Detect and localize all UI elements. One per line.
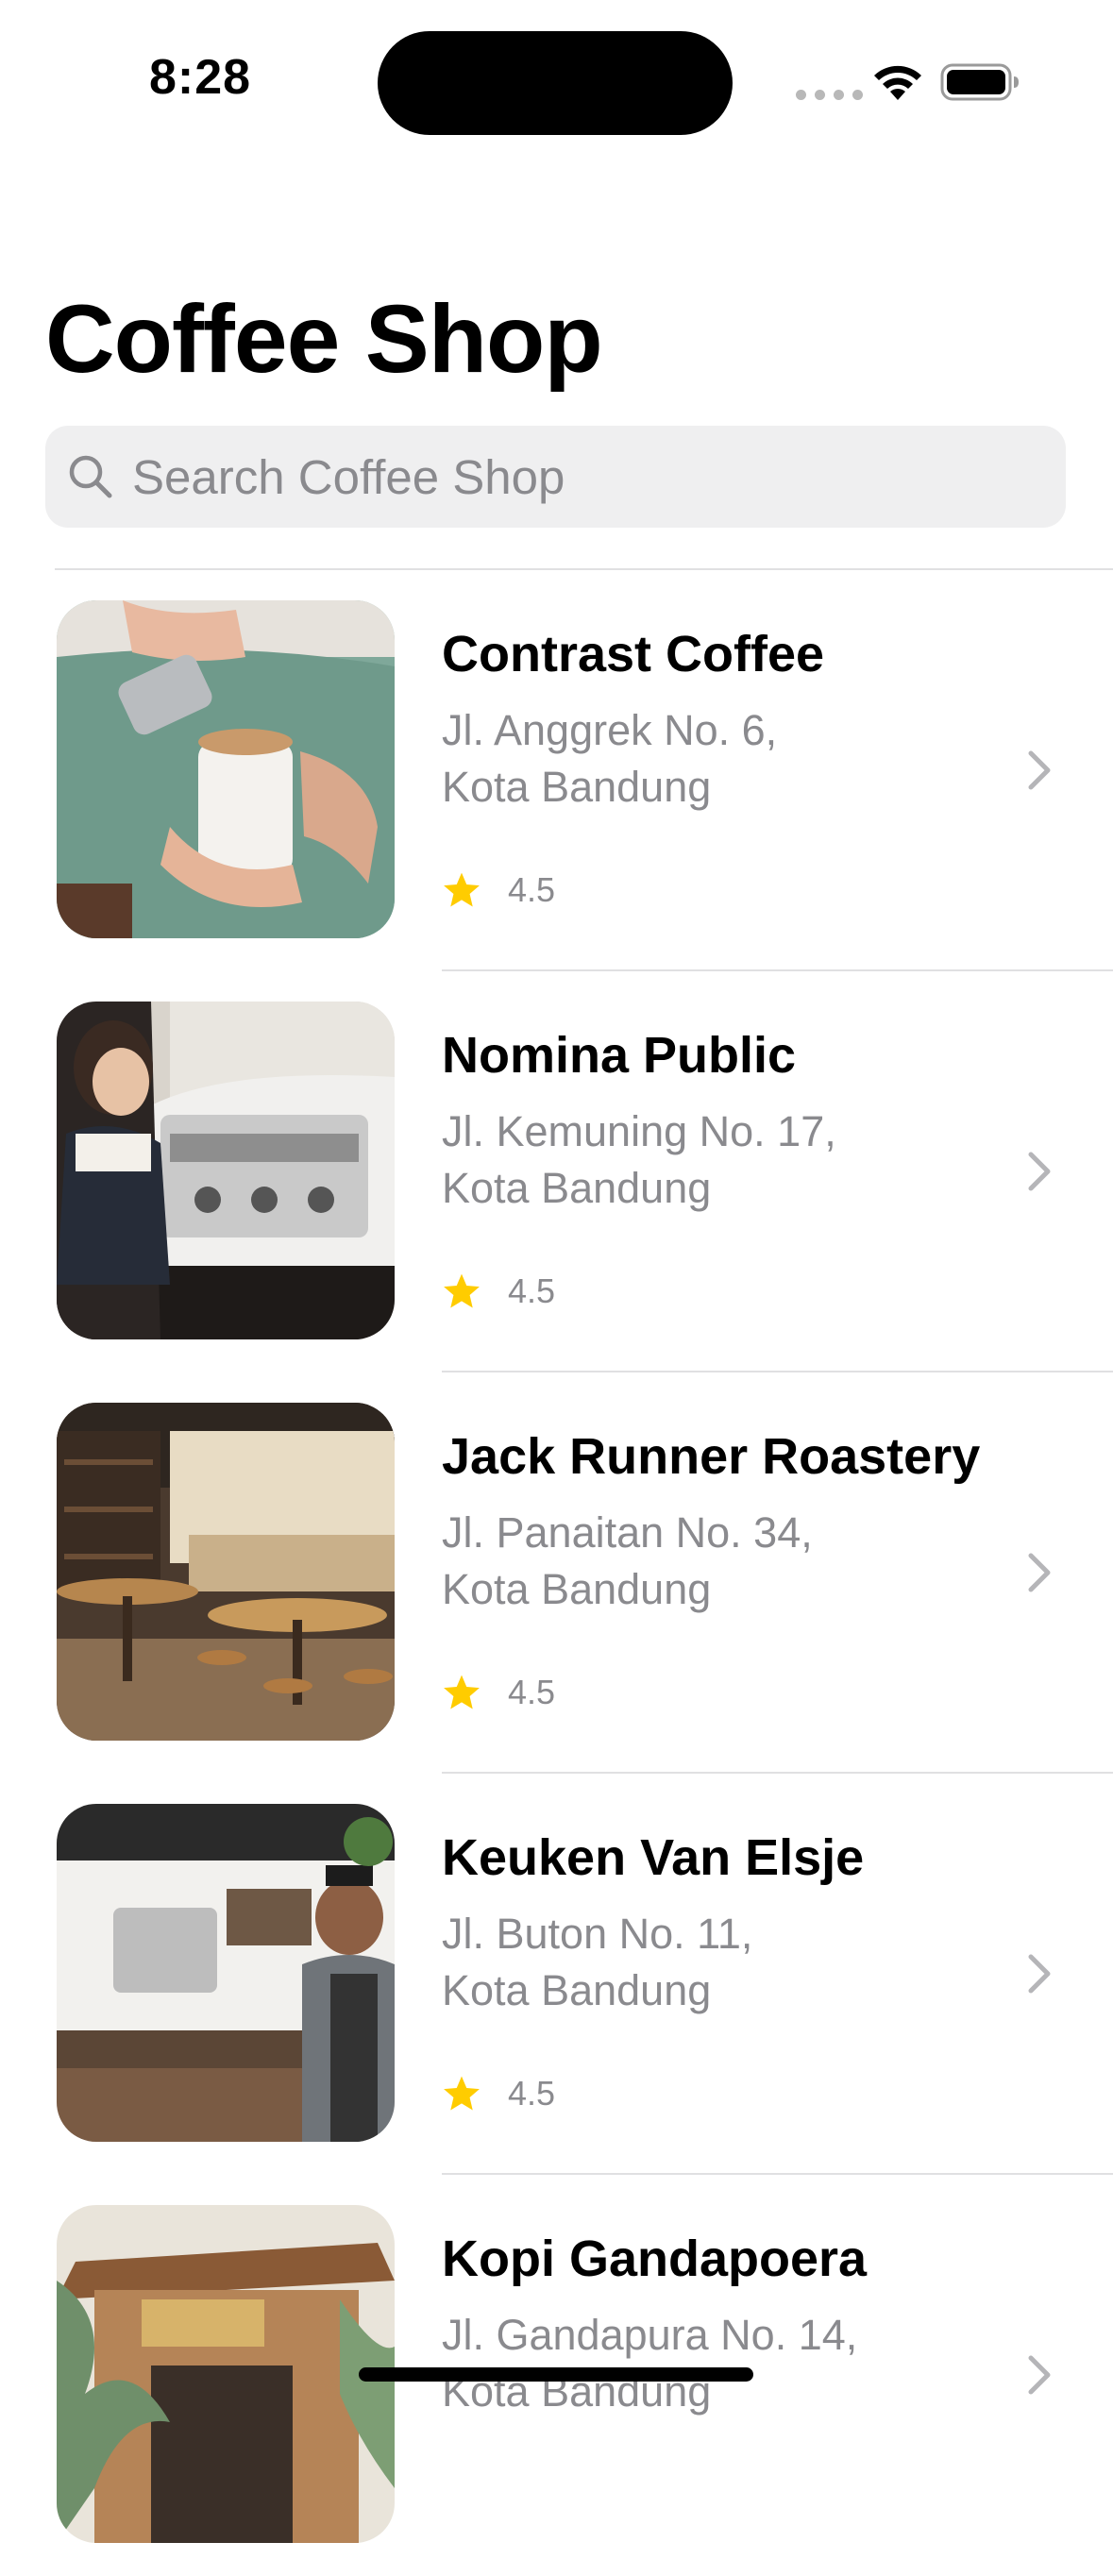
page-title: Coffee Shop (45, 285, 603, 393)
search-bar[interactable] (45, 426, 1066, 528)
shop-rating: 4.5 (442, 1673, 555, 1712)
shop-address: Jl. Panaitan No. 34, Kota Bandung (442, 1505, 970, 1618)
star-icon (444, 1675, 480, 1709)
list-item[interactable]: Keuken Van Elsje Jl. Buton No. 11, Kota … (0, 1774, 1113, 2175)
status-time: 8:28 (149, 50, 252, 105)
address-line: Jl. Panaitan No. 34, (442, 1508, 813, 1557)
status-bar: 8:28 (0, 0, 1113, 160)
cafe-storefront-photo (57, 2205, 395, 2543)
battery-icon (940, 63, 1019, 101)
address-line: Kota Bandung (442, 1164, 712, 1212)
barista-espresso-machine-photo (57, 1002, 395, 1339)
shop-thumbnail (57, 1403, 395, 1741)
rating-value: 4.5 (508, 1271, 556, 1310)
shop-rating: 4.5 (442, 870, 555, 910)
shop-thumbnail (57, 1804, 395, 2142)
shop-address: Jl. Buton No. 11, Kota Bandung (442, 1906, 970, 2019)
address-line: Kota Bandung (442, 1565, 712, 1613)
star-icon (444, 1273, 480, 1308)
address-line: Jl. Gandapura No. 14, (442, 2311, 858, 2359)
rating-value: 4.5 (508, 1673, 556, 1711)
address-line: Kota Bandung (442, 763, 712, 811)
chevron-right-icon (1028, 1954, 1051, 1994)
list-item[interactable]: Contrast Coffee Jl. Anggrek No. 6, Kota … (0, 570, 1113, 971)
chevron-right-icon (1028, 1553, 1051, 1592)
shop-name: Kopi Gandapoera (442, 2231, 868, 2287)
address-line: Jl. Kemuning No. 17, (442, 1107, 836, 1155)
shop-address: Jl. Gandapura No. 14, Kota Bandung (442, 2307, 970, 2420)
chevron-right-icon (1028, 750, 1051, 790)
dynamic-island (378, 31, 733, 135)
shop-name: Keuken Van Elsje (442, 1829, 865, 1886)
address-line: Kota Bandung (442, 1966, 712, 2014)
shop-rating: 4.5 (442, 1271, 555, 1311)
list-item[interactable]: Jack Runner Roastery Jl. Panaitan No. 34… (0, 1372, 1113, 1774)
shop-name: Jack Runner Roastery (442, 1428, 981, 1485)
shop-name: Nomina Public (442, 1027, 797, 1084)
search-icon (69, 455, 112, 498)
shop-thumbnail (57, 2205, 395, 2543)
shop-thumbnail (57, 1002, 395, 1339)
shop-address: Jl. Anggrek No. 6, Kota Bandung (442, 702, 970, 816)
shop-thumbnail (57, 600, 395, 938)
rating-value: 4.5 (508, 2074, 556, 2113)
home-indicator[interactable] (359, 2367, 753, 2382)
chevron-right-icon (1028, 1152, 1051, 1191)
star-icon (444, 872, 480, 907)
latte-art-pour-photo (57, 600, 395, 938)
list-item[interactable]: Nomina Public Jl. Kemuning No. 17, Kota … (0, 971, 1113, 1372)
shop-name: Contrast Coffee (442, 626, 825, 682)
shop-address: Jl. Kemuning No. 17, Kota Bandung (442, 1103, 970, 1217)
shop-rating: 4.5 (442, 2074, 555, 2113)
rating-value: 4.5 (508, 870, 556, 909)
address-line: Jl. Buton No. 11, (442, 1910, 753, 1958)
star-icon (444, 2076, 480, 2111)
search-input[interactable] (132, 448, 982, 505)
wifi-icon (874, 65, 921, 100)
chevron-right-icon (1028, 2355, 1051, 2395)
cafe-interior-photo (57, 1403, 395, 1741)
cellular-signal-icon (796, 90, 863, 100)
coffee-shop-list: Contrast Coffee Jl. Anggrek No. 6, Kota … (0, 570, 1113, 2576)
address-line: Jl. Anggrek No. 6, (442, 706, 778, 754)
barista-counter-photo (57, 1804, 395, 2142)
